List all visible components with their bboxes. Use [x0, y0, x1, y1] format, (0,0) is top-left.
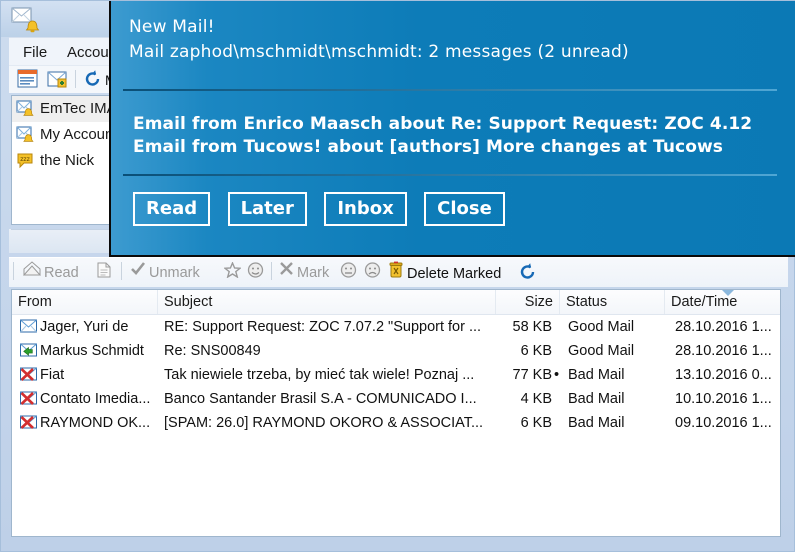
refresh-icon[interactable] [519, 262, 537, 284]
account-item-label: EmTec IMA [40, 100, 117, 118]
envelope-reply-icon [20, 343, 37, 358]
svg-text:zzz: zzz [20, 156, 29, 163]
notification-inbox-button[interactable]: Inbox [324, 192, 407, 226]
notification-button-row: Read Later Inbox Close [133, 192, 518, 226]
cell-marker [554, 387, 566, 411]
smiley-neutral-icon[interactable] [340, 262, 357, 284]
cell-size: 4 KB [520, 391, 552, 407]
table-row[interactable]: RAYMOND OK... [SPAM: 26.0] RAYMOND OKORO… [12, 411, 780, 435]
notification-subtitle: Mail zaphod\mschmidt\mschmidt: 2 message… [129, 42, 629, 62]
cell-datetime: 09.10.2016 1... [675, 415, 772, 431]
notification-title: New Mail! [129, 17, 215, 37]
delete-marked-label: Delete Marked [407, 265, 502, 282]
mail-bell-icon [16, 125, 36, 143]
cell-status: Good Mail [568, 343, 635, 359]
mail-toolbar: Read Unmark Mark Delete Marked [9, 257, 788, 287]
envelope-x-icon [20, 391, 37, 406]
cell-size: 77 KB [512, 367, 553, 383]
cell-marker [554, 315, 566, 339]
envelope-x-icon [20, 415, 37, 430]
table-row[interactable]: Fiat Tak niewiele trzeba, by mieć tak wi… [12, 363, 780, 387]
refresh-icon[interactable] [84, 69, 102, 94]
cell-status: Bad Mail [568, 415, 625, 431]
trash-icon [388, 261, 404, 285]
account-item-label: My Accoun [40, 126, 114, 144]
new-account-icon[interactable] [47, 69, 69, 94]
cell-status: Good Mail [568, 319, 635, 335]
smiley-sad-icon[interactable] [364, 262, 381, 284]
star-icon[interactable] [223, 261, 242, 284]
smiley-happy-icon[interactable] [247, 262, 264, 284]
delete-marked-button[interactable]: Delete Marked [388, 261, 502, 285]
mail-alert-icon [11, 5, 41, 33]
mark-button[interactable]: Mark [279, 262, 329, 284]
notification-message-list: Email from Enrico Maasch about Re: Suppo… [133, 113, 783, 159]
cell-status: Bad Mail [568, 367, 625, 383]
table-row[interactable]: Markus Schmidt Re: SNS00849 6 KB Good Ma… [12, 339, 780, 363]
document-icon[interactable] [97, 262, 111, 284]
cell-status: Bad Mail [568, 391, 625, 407]
sort-indicator-icon [722, 290, 734, 296]
read-button-label: Read [44, 265, 79, 281]
column-header-status[interactable]: Status [560, 290, 665, 314]
cell-size: 6 KB [520, 343, 552, 359]
cell-subject: Tak niewiele trzeba, by mieć tak wiele! … [164, 367, 475, 383]
cell-marker [554, 339, 566, 363]
cell-from: Markus Schmidt [40, 343, 144, 359]
menu-item-file[interactable]: File [17, 42, 53, 63]
cell-marker [554, 411, 566, 435]
cell-from: Fiat [40, 367, 65, 383]
unmark-button-label: Unmark [149, 265, 200, 281]
envelope-blue-icon [20, 319, 37, 334]
notification-later-button[interactable]: Later [227, 192, 307, 226]
cell-datetime: 13.10.2016 0... [675, 367, 772, 383]
cell-from: Jager, Yuri de [40, 319, 129, 335]
toolbar-separator [121, 262, 122, 280]
mail-bell-icon [16, 99, 36, 117]
envelope-x-icon [20, 367, 37, 382]
cell-subject: Re: SNS00849 [164, 343, 261, 359]
new-mail-notification-popup[interactable]: New Mail! Mail zaphod\mschmidt\mschmidt:… [109, 1, 795, 257]
zzz-bubble-icon: zzz [16, 151, 36, 169]
message-list-icon[interactable] [17, 69, 39, 94]
mail-application-window: File Account EmTec IMA My Accoun zzz the… [0, 0, 795, 552]
unmark-button[interactable]: Unmark [130, 262, 200, 284]
cell-size: 6 KB [520, 415, 552, 431]
notification-message: Email from Tucows! about [authors] More … [133, 137, 723, 157]
mark-button-label: Mark [297, 265, 330, 281]
notification-divider-bottom [123, 174, 777, 176]
cell-from: Contato Imedia... [40, 391, 151, 407]
toolbar-separator [271, 262, 272, 280]
x-icon [279, 261, 294, 283]
cell-marker: • [554, 367, 560, 383]
column-header-from[interactable]: From [12, 290, 158, 314]
toolbar-separator [13, 262, 14, 280]
mail-list-header: From Subject Size Status Date/Time [12, 290, 780, 315]
cell-datetime: 28.10.2016 1... [675, 343, 772, 359]
cell-from: RAYMOND OK... [40, 415, 151, 431]
notification-close-button[interactable]: Close [424, 192, 505, 226]
notification-message: Email from Enrico Maasch about Re: Suppo… [133, 114, 753, 134]
notification-divider-top [123, 89, 777, 91]
notification-read-button[interactable]: Read [133, 192, 211, 226]
cell-datetime: 10.10.2016 1... [675, 391, 772, 407]
cell-subject: RE: Support Request: ZOC 7.07.2 "Support… [164, 319, 482, 335]
check-icon [130, 261, 146, 283]
cell-datetime: 28.10.2016 1... [675, 319, 772, 335]
mail-list: From Subject Size Status Date/Time Jager… [11, 289, 781, 537]
account-item-label: the Nick [40, 152, 95, 170]
toolbar-separator [75, 70, 76, 88]
notification-header: New Mail! Mail zaphod\mschmidt\mschmidt:… [129, 15, 779, 65]
column-header-size[interactable]: Size [496, 290, 560, 314]
column-header-subject[interactable]: Subject [158, 290, 496, 314]
cell-size: 58 KB [512, 319, 553, 335]
cell-subject: [SPAM: 26.0] RAYMOND OKORO & ASSOCIAT... [164, 415, 484, 431]
open-envelope-icon [22, 261, 42, 283]
cell-subject: Banco Santander Brasil S.A - COMUNICADO … [164, 391, 477, 407]
table-row[interactable]: Jager, Yuri de RE: Support Request: ZOC … [12, 315, 780, 339]
table-row[interactable]: Contato Imedia... Banco Santander Brasil… [12, 387, 780, 411]
read-button[interactable]: Read [22, 261, 79, 284]
